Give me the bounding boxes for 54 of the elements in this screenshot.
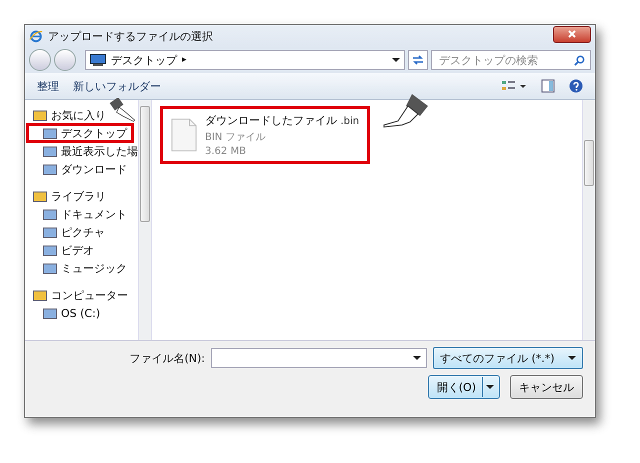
search-field[interactable]: デスクトップの検索 bbox=[431, 50, 591, 70]
file-name: ダウンロードしたファイル .bin bbox=[205, 113, 360, 128]
folder-icon bbox=[43, 163, 57, 175]
folder-icon bbox=[43, 262, 57, 274]
file-name-label: ファイル名(N): bbox=[129, 350, 205, 366]
toolbar-button[interactable]: 整理 bbox=[37, 78, 59, 94]
window-title: アップロードするファイルの選択 bbox=[48, 28, 214, 44]
file-name-field[interactable] bbox=[211, 348, 427, 368]
folder-icon bbox=[43, 226, 57, 238]
document-icon bbox=[171, 118, 197, 152]
cancel-button[interactable]: キャンセル bbox=[510, 375, 583, 399]
folder-icon bbox=[33, 289, 47, 301]
sidebar-item[interactable]: お気に入り bbox=[27, 106, 110, 124]
sidebar-item[interactable]: コンピューター bbox=[27, 286, 132, 304]
sidebar-item[interactable]: ピクチャ bbox=[27, 223, 109, 241]
folder-icon bbox=[43, 145, 57, 157]
sidebar-item[interactable]: デスクトップ bbox=[27, 124, 133, 142]
sidebar-item[interactable]: ライブラリ bbox=[27, 187, 110, 205]
desktop-icon bbox=[90, 54, 106, 66]
sidebar-item[interactable]: 最近表示した場 bbox=[27, 142, 138, 160]
folder-icon bbox=[43, 307, 57, 319]
browser-logo-icon bbox=[29, 29, 43, 43]
address-text: デスクトップ bbox=[111, 52, 177, 68]
folder-icon bbox=[43, 244, 57, 256]
view-options-icon[interactable] bbox=[501, 79, 527, 93]
scrollbar[interactable] bbox=[138, 100, 151, 340]
file-type-dropdown[interactable]: すべてのファイル (*.*) bbox=[433, 347, 583, 369]
close-icon bbox=[567, 29, 577, 39]
sidebar-item[interactable]: ビデオ bbox=[27, 241, 98, 259]
preview-pane-icon[interactable] bbox=[541, 79, 555, 93]
sidebar-item[interactable]: ミュージック bbox=[27, 259, 131, 277]
toolbar-button[interactable]: 新しいフォルダー bbox=[73, 78, 161, 94]
file-size: 3.62 MB bbox=[205, 146, 247, 157]
breadcrumb-arrow[interactable]: ▸ bbox=[182, 55, 387, 65]
sidebar-item[interactable]: ダウンロード bbox=[27, 160, 131, 178]
search-icon bbox=[574, 54, 585, 66]
dropdown-icon bbox=[568, 356, 576, 360]
refresh-icon[interactable] bbox=[408, 50, 428, 70]
dropdown-icon[interactable] bbox=[413, 356, 421, 360]
folder-icon bbox=[33, 190, 47, 202]
folder-icon bbox=[33, 109, 47, 121]
folder-icon bbox=[43, 208, 57, 220]
help-icon[interactable] bbox=[569, 79, 583, 93]
sidebar-item[interactable]: OS (C:) bbox=[27, 304, 104, 322]
open-button[interactable]: 開く(O) bbox=[428, 375, 500, 399]
file-type: BIN ファイル bbox=[205, 131, 266, 144]
sidebar-item[interactable]: ドキュメント bbox=[27, 205, 131, 223]
file-item[interactable]: ダウンロードしたファイル .bin BIN ファイル 3.62 MB bbox=[160, 106, 370, 164]
dropdown-icon bbox=[486, 385, 494, 389]
address-bar[interactable]: デスクトップ ▸ bbox=[85, 50, 405, 70]
scrollbar[interactable] bbox=[582, 100, 595, 340]
folder-icon bbox=[43, 127, 57, 139]
dropdown-icon[interactable] bbox=[392, 58, 400, 62]
close-button[interactable] bbox=[553, 26, 591, 42]
